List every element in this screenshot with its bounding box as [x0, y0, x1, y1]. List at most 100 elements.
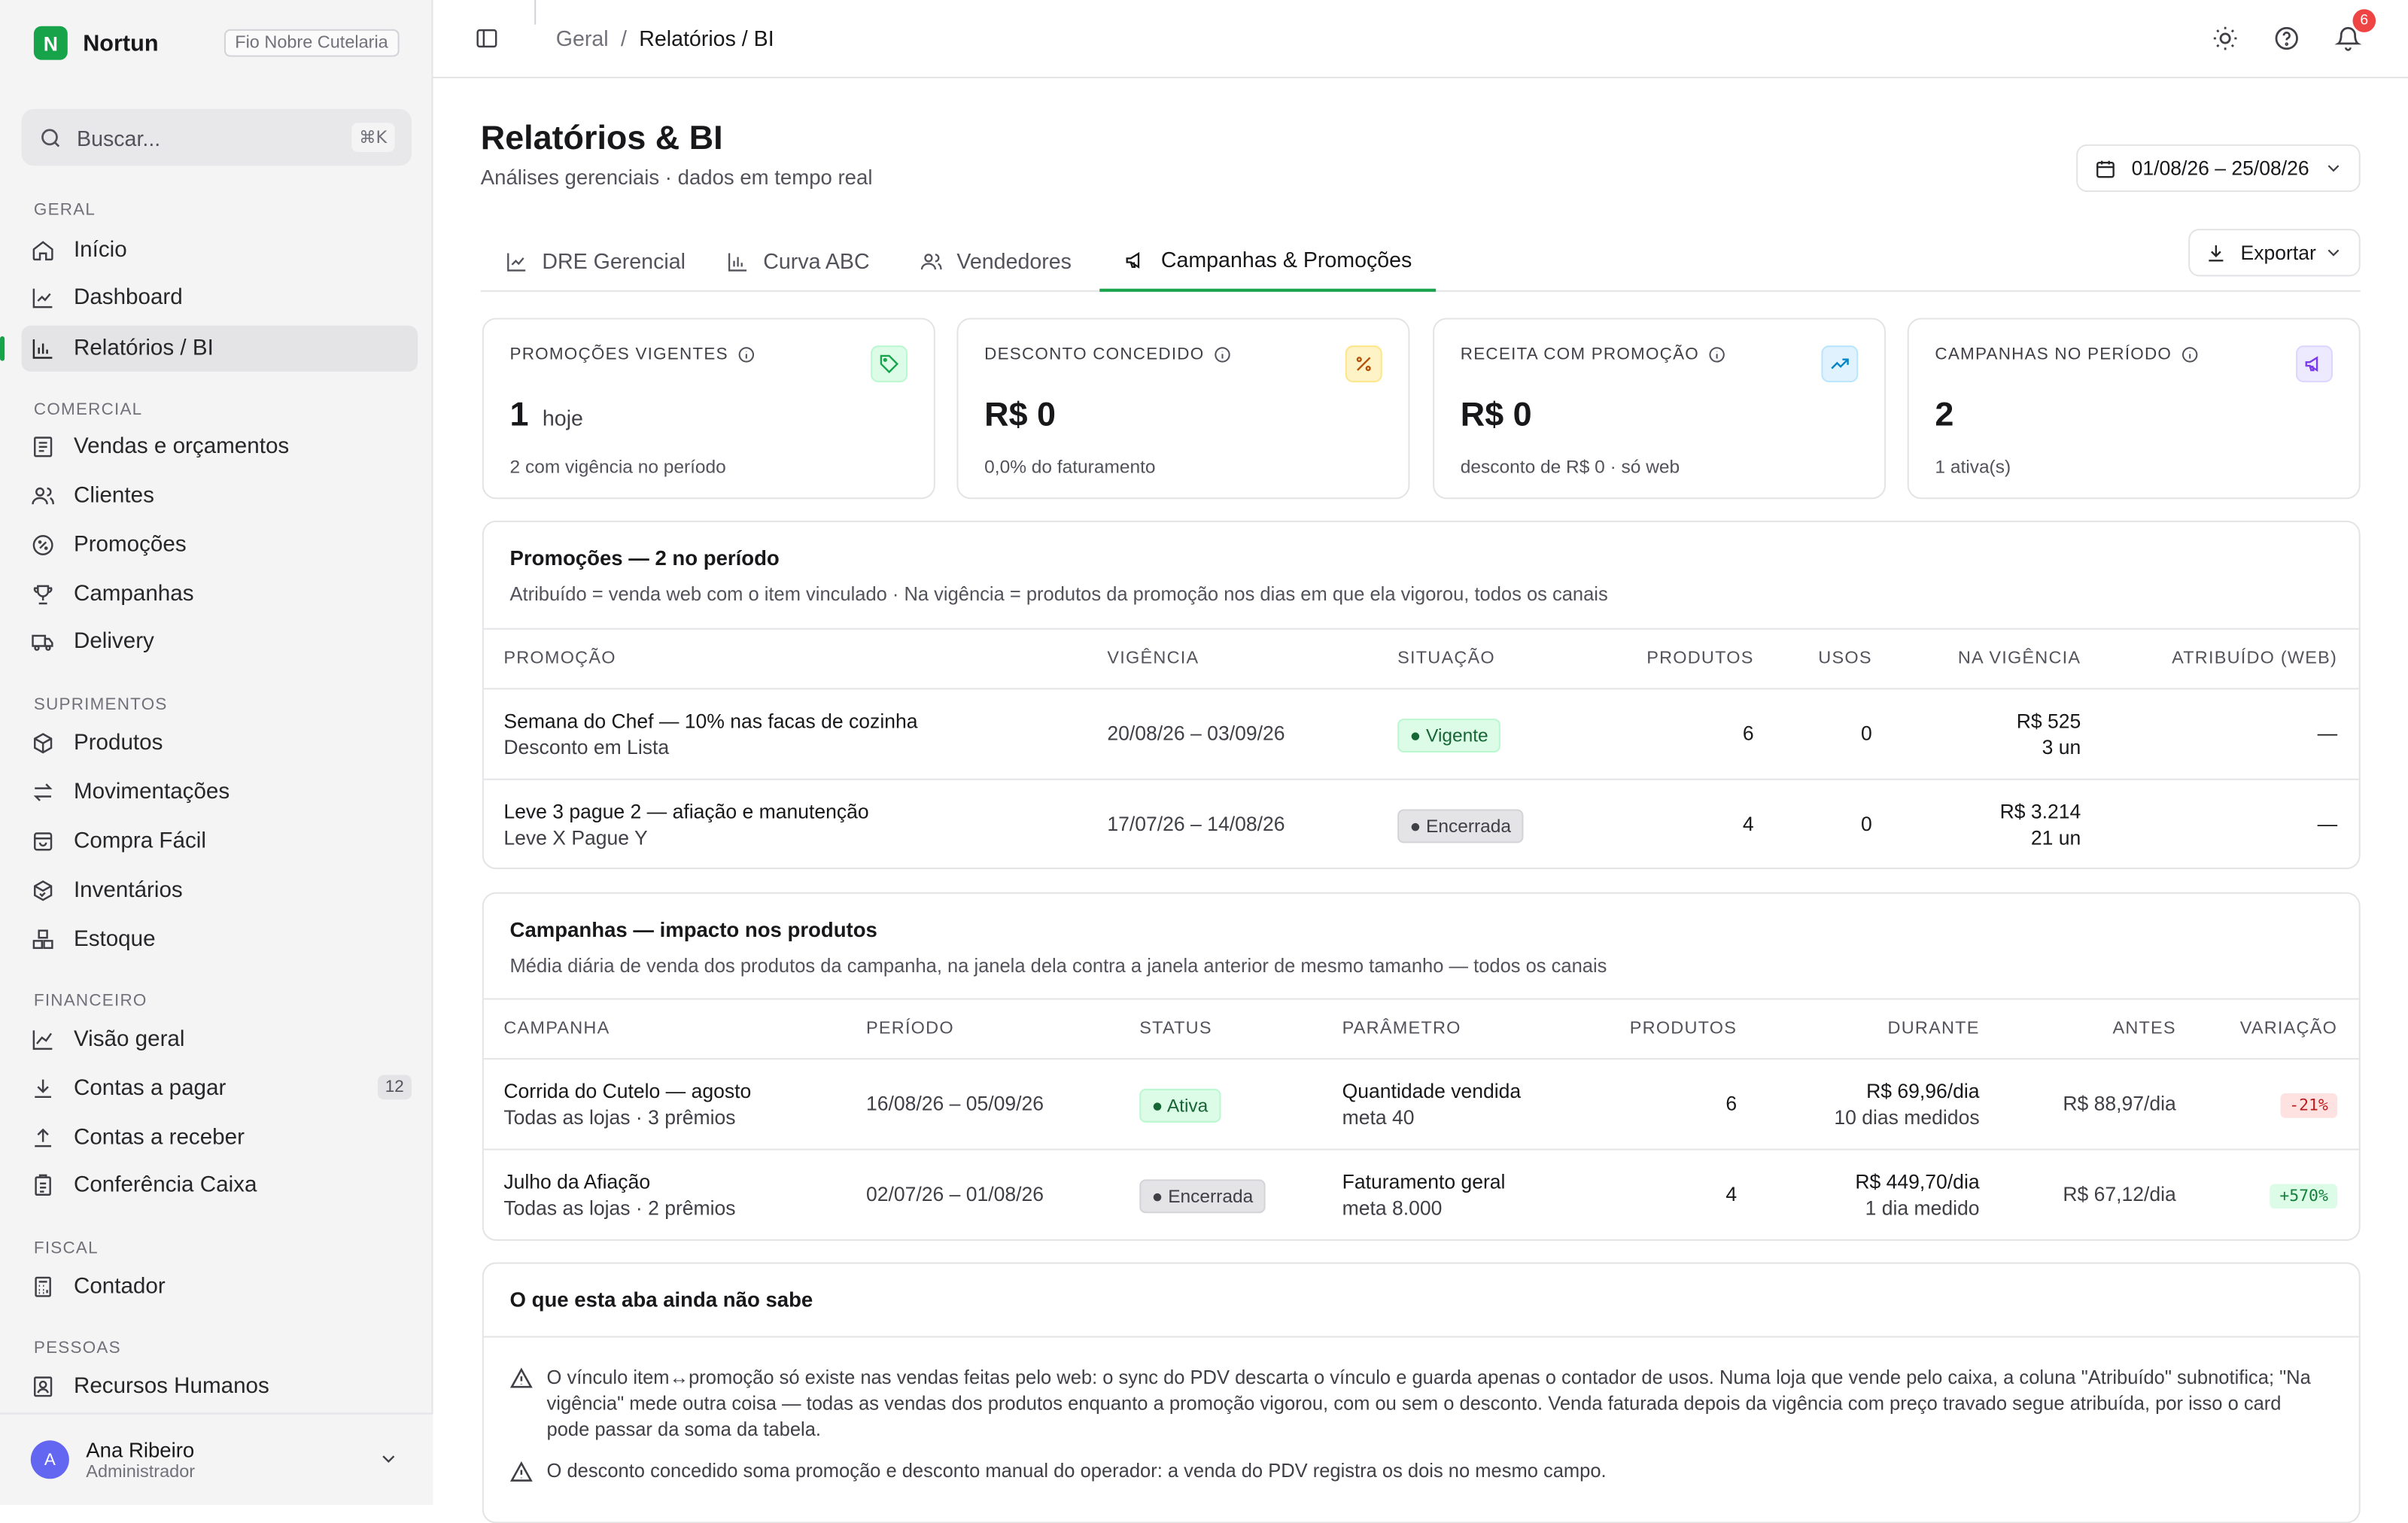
sun-icon[interactable] — [2212, 25, 2239, 53]
sidebar-item-label: Início — [73, 238, 127, 263]
tab-dre[interactable]: DRE Gerencial — [481, 230, 710, 292]
brand-name: Nortun — [83, 29, 159, 56]
kpi-sub: 2 com vigência no período — [509, 456, 726, 478]
col-header[interactable]: SITUAÇÃO — [1397, 649, 1495, 667]
col-header[interactable]: ATRIBUÍDO (WEB) — [2172, 649, 2337, 667]
table-row[interactable]: Leve 3 pague 2 — afiação e manutenção Lev… — [484, 780, 2359, 868]
sidebar-item-contas-receber[interactable]: Contas a receber — [22, 1115, 418, 1161]
kpi-unit: hoje — [542, 405, 583, 430]
search-placeholder: Buscar... — [77, 125, 161, 150]
info-icon[interactable] — [737, 345, 756, 363]
campaign-target: meta 40 — [1342, 1105, 1415, 1129]
tab-label: DRE Gerencial — [542, 248, 686, 274]
col-header[interactable]: DURANTE — [1888, 1020, 1980, 1038]
table-row[interactable]: Julho da Afiação Todas as lojas · 2 prêmi… — [484, 1151, 2359, 1239]
limitations-card: O que esta aba ainda não sabe O vínculo … — [482, 1262, 2361, 1523]
sidebar-item-produtos[interactable]: Produtos — [22, 720, 418, 766]
campaign-products: 6 — [1725, 1092, 1738, 1115]
col-header[interactable]: CAMPANHA — [503, 1020, 610, 1038]
sidebar-item-inventarios[interactable]: Inventários — [22, 868, 418, 913]
card-description: Média diária de venda dos produtos da ca… — [509, 955, 1607, 977]
sidebar-item-visao-geral[interactable]: Visão geral — [22, 1017, 418, 1062]
status-badge: ● Ativa — [1139, 1088, 1221, 1123]
card-title: Campanhas — impacto nos produtos — [509, 918, 877, 942]
sidebar-item-contador[interactable]: Contador — [22, 1264, 418, 1310]
kpi-value: 2 — [1935, 394, 1954, 433]
shopping-bag-icon — [34, 832, 53, 851]
chevron-down-icon[interactable] — [378, 1448, 400, 1470]
tab-vendedores[interactable]: Vendedores — [895, 230, 1096, 292]
promo-name[interactable]: Semana do Chef — 10% nas facas de cozinh… — [503, 710, 917, 733]
col-header[interactable]: STATUS — [1139, 1020, 1212, 1038]
divider — [483, 1336, 2359, 1338]
col-header[interactable]: USOS — [1818, 649, 1871, 667]
help-icon[interactable] — [2273, 25, 2300, 53]
sidebar-item-label: Contas a receber — [73, 1125, 245, 1151]
sidebar-item-conferencia-caixa[interactable]: Conferência Caixa — [22, 1163, 418, 1208]
col-header[interactable]: VIGÊNCIA — [1107, 649, 1199, 667]
col-header[interactable]: ANTES — [2112, 1020, 2175, 1038]
bar-chart-icon — [32, 339, 53, 359]
package-check-icon — [34, 880, 53, 901]
campaign-measured: 10 dias medidos — [1834, 1105, 1980, 1129]
export-button[interactable]: Exportar — [2188, 229, 2361, 277]
info-icon[interactable] — [2181, 345, 2199, 363]
search-icon — [41, 128, 60, 147]
sidebar-item-rh[interactable]: Recursos Humanos — [22, 1363, 418, 1409]
table-row[interactable]: Semana do Chef — 10% nas facas de cozinh… — [483, 689, 2359, 780]
kpi-promocoes-vigentes: PROMOÇÕES VIGENTES 1 hoje 2 com vigência … — [482, 318, 935, 500]
sidebar-item-contas-pagar[interactable]: Contas a pagar 12 — [22, 1065, 418, 1111]
sidebar-item-vendas[interactable]: Vendas e orçamentos — [22, 424, 418, 470]
date-range-picker[interactable]: 01/08/26 – 25/08/26 — [2076, 144, 2361, 193]
sidebar-item-movimentacoes[interactable]: Movimentações — [22, 769, 418, 815]
info-icon[interactable] — [1214, 345, 1232, 363]
promo-value: R$ 525 — [2016, 709, 2081, 733]
sidebar-item-compra-facil[interactable]: Compra Fácil — [22, 819, 418, 865]
sidebar-item-campanhas[interactable]: Campanhas — [22, 571, 418, 617]
table-header: PROMOÇÃO VIGÊNCIA SITUAÇÃO PRODUTOS USOS… — [483, 628, 2359, 690]
sidebar-item-clientes[interactable]: Clientes — [22, 473, 418, 519]
col-header[interactable]: PARÂMETRO — [1342, 1020, 1461, 1038]
col-header[interactable]: PRODUTOS — [1630, 1020, 1737, 1038]
org-badge[interactable]: Fio Nobre Cutelaria — [223, 29, 400, 57]
user-menu[interactable]: A Ana Ribeiro Administrador — [0, 1412, 433, 1505]
col-header[interactable]: PRODUTOS — [1646, 649, 1753, 667]
col-header[interactable]: PERÍODO — [866, 1020, 954, 1038]
users-icon — [32, 487, 54, 505]
sidebar-item-relatorios[interactable]: Relatórios / BI — [0, 325, 418, 372]
topbar: Geral / Relatórios / BI 6 — [433, 0, 2408, 79]
sidebar-item-inicio[interactable]: Início — [22, 227, 418, 273]
breadcrumb-separator: / — [620, 26, 627, 51]
campaign-name[interactable]: Julho da Afiação — [503, 1170, 735, 1193]
campaigns-card: Campanhas — impacto nos produtos Média d… — [482, 892, 2361, 1241]
col-header[interactable]: NA VIGÊNCIA — [1958, 649, 2081, 667]
notification-count: 6 — [2352, 9, 2376, 32]
info-icon[interactable] — [1708, 345, 1726, 363]
sidebar-item-label: Contador — [73, 1274, 166, 1300]
search-input[interactable]: Buscar... ⌘K — [21, 108, 412, 166]
tab-campanhas-promocoes[interactable]: Campanhas & Promoções — [1099, 230, 1437, 292]
breadcrumb-geral[interactable]: Geral — [556, 26, 609, 51]
sidebar-item-label: Movimentações — [73, 780, 230, 805]
status-badge: ● Encerrada — [1139, 1179, 1266, 1214]
sidebar-item-promocoes[interactable]: Promoções — [22, 522, 418, 568]
section-fiscal: FISCAL — [33, 1239, 99, 1258]
sidebar-item-dashboard[interactable]: Dashboard — [22, 275, 418, 321]
warning-note: O desconto concedido soma promoção e des… — [509, 1459, 2322, 1485]
brand[interactable]: N Nortun — [33, 26, 159, 60]
sidebar-item-estoque[interactable]: Estoque — [22, 917, 418, 962]
table-row[interactable]: Corrida do Cutelo — agosto Todas as lojas… — [483, 1059, 2359, 1151]
line-chart-icon — [32, 288, 53, 309]
campaign-name[interactable]: Corrida do Cutelo — agosto — [503, 1080, 751, 1103]
sidebar-item-label: Conferência Caixa — [73, 1173, 257, 1198]
sidebar-toggle-icon[interactable] — [475, 26, 500, 51]
tab-label: Curva ABC — [763, 248, 870, 274]
col-header[interactable]: VARIAÇÃO — [2240, 1020, 2337, 1038]
col-header[interactable]: PROMOÇÃO — [503, 649, 616, 667]
promo-name[interactable]: Leve 3 pague 2 — afiação e manutenção — [503, 800, 868, 823]
sidebar-item-delivery[interactable]: Delivery — [22, 619, 418, 664]
arrows-icon — [33, 783, 53, 801]
brand-logo: N — [33, 26, 68, 60]
sidebar-item-label: Promoções — [73, 533, 187, 558]
tab-curva-abc[interactable]: Curva ABC — [702, 230, 895, 292]
